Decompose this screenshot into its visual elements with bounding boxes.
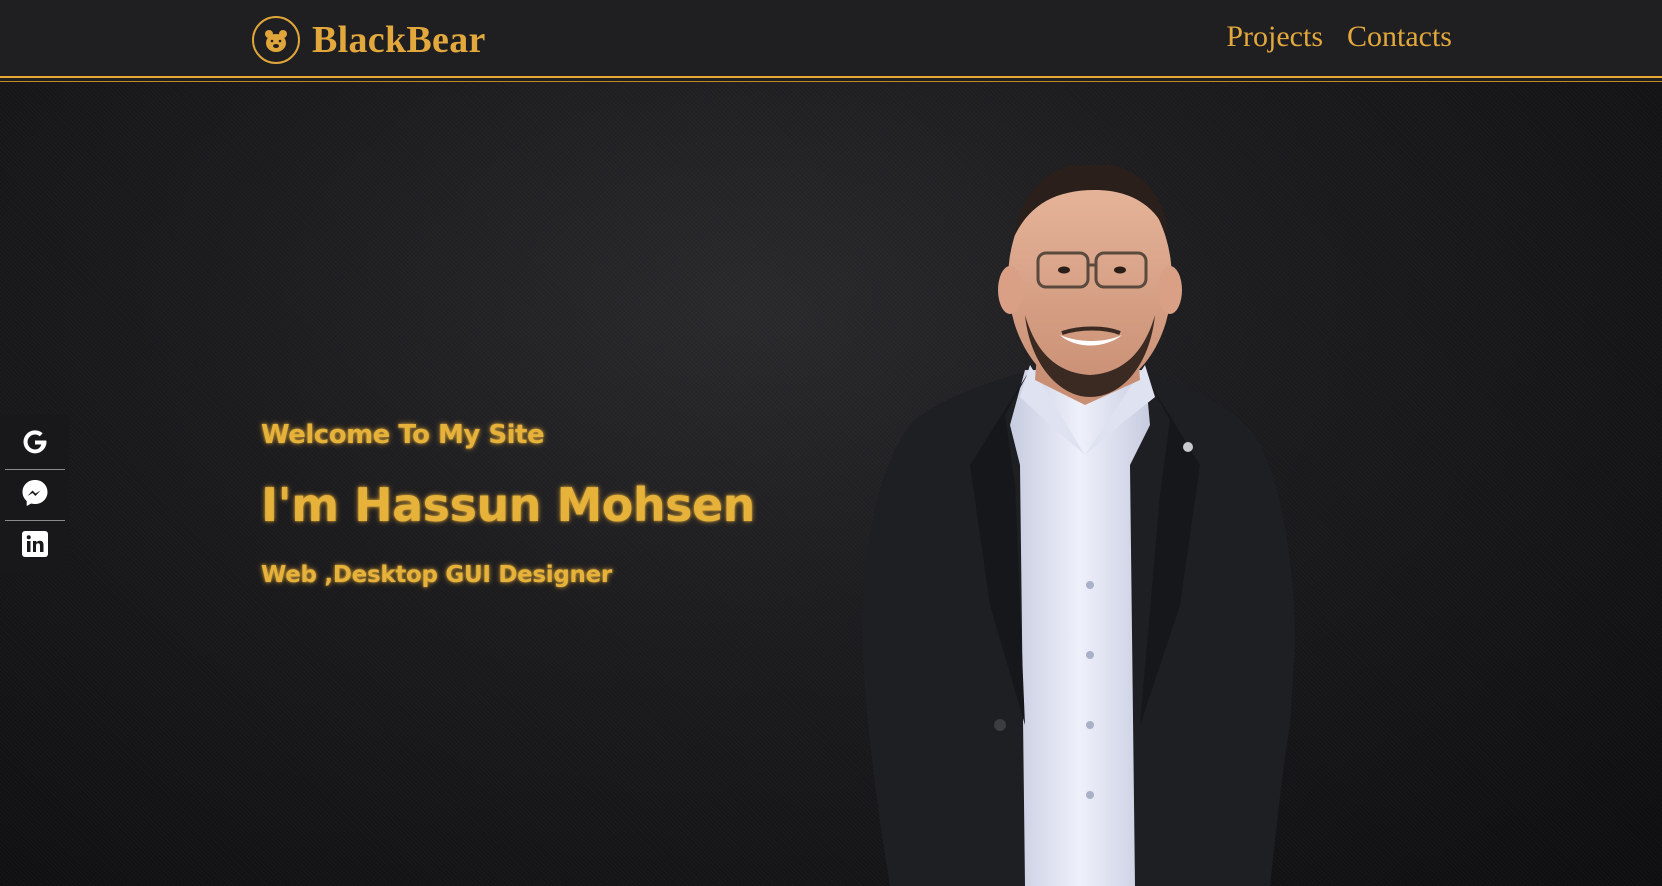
bear-logo-icon [252,16,300,64]
linkedin-link[interactable] [5,521,65,571]
hero-section: Welcome To My Site I'm Hassun Mohsen Web… [261,420,755,588]
messenger-link[interactable] [5,470,65,520]
google-icon [20,427,50,462]
brand-name: BlackBear [312,19,486,61]
google-link[interactable] [5,419,65,469]
hero-name-heading: I'm Hassun Mohsen [261,478,755,532]
nav-link-projects[interactable]: Projects [1226,20,1323,54]
hero-role-subtitle: Web ,Desktop GUI Designer [261,562,612,588]
linkedin-icon [20,529,50,564]
page: BlackBear Projects Contacts Welcome To M… [0,0,1662,886]
welcome-heading: Welcome To My Site [261,420,545,450]
portrait-photo [850,161,1310,886]
messenger-icon [20,478,50,513]
social-sidebar [0,415,70,572]
site-header: BlackBear Projects Contacts [0,0,1662,78]
nav-link-contacts[interactable]: Contacts [1347,20,1452,54]
brand-home-link[interactable]: BlackBear [252,16,486,64]
main-nav: Projects Contacts [1226,20,1452,54]
